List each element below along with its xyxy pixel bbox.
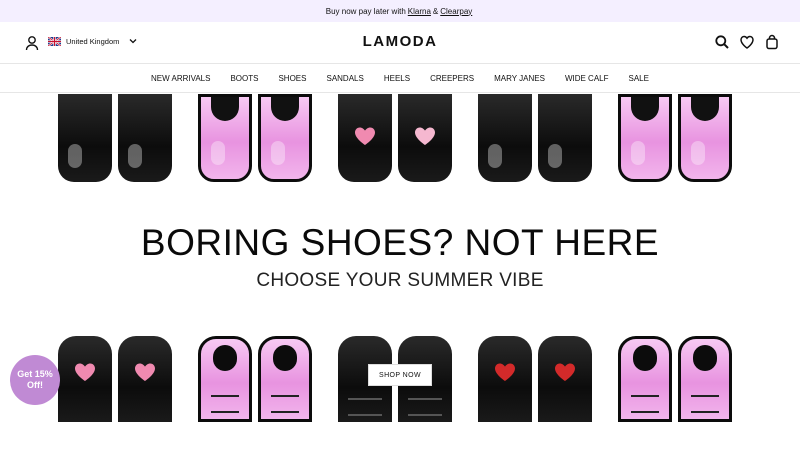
shop-now-button[interactable]: SHOP NOW: [368, 364, 432, 386]
heart-charm-icon: [75, 363, 95, 381]
nav-item-heels[interactable]: HEELS: [384, 74, 410, 83]
main-nav: NEW ARRIVALS BOOTS SHOES SANDALS HEELS C…: [0, 65, 800, 93]
clearpay-link[interactable]: Clearpay: [440, 7, 472, 16]
country-selector[interactable]: United Kingdom: [48, 36, 138, 46]
nav-item-new-arrivals[interactable]: NEW ARRIVALS: [151, 74, 210, 83]
klarna-link[interactable]: Klarna: [408, 7, 431, 16]
nav-item-sale[interactable]: SALE: [629, 74, 649, 83]
promo-text: Buy now pay later with: [325, 6, 406, 16]
heart-charm-icon: [135, 363, 155, 381]
shoe-row-top: [50, 94, 740, 182]
shoe-pair-black-red-heart: [470, 336, 600, 422]
header-actions: [714, 34, 780, 50]
hero-banner[interactable]: BORING SHOES? NOT HERE CHOOSE YOUR SUMME…: [0, 94, 800, 450]
shoe-image: [198, 94, 252, 182]
promo-ampersand: &: [432, 6, 439, 16]
promo-bar: Buy now pay later with Klarna & Clearpay: [0, 0, 800, 22]
heart-charm-icon: [355, 127, 375, 145]
shoe-pair-black-loafer-2: [470, 94, 600, 182]
bag-icon[interactable]: [764, 34, 780, 50]
shoe-pair-black-heart-creeper: [330, 94, 460, 182]
hero-headline: BORING SHOES? NOT HERE: [140, 222, 660, 263]
shoe-image: [338, 94, 392, 182]
shoe-pair-pink-laceup: [190, 336, 320, 422]
heart-charm-icon: [495, 363, 515, 381]
shoe-image: [118, 336, 172, 422]
shoe-image: [478, 94, 532, 182]
search-icon[interactable]: [714, 34, 730, 50]
shoe-image: [258, 94, 312, 182]
shoe-image: [618, 94, 672, 182]
site-header: United Kingdom LAMODA: [0, 22, 800, 64]
shoe-pair-black-pink-heart: [50, 336, 180, 422]
nav-item-shoes[interactable]: SHOES: [278, 74, 306, 83]
uk-flag-icon: [48, 36, 61, 46]
nav-item-mary-janes[interactable]: MARY JANES: [494, 74, 545, 83]
shoe-pair-pink-laceup-2: [610, 336, 740, 422]
discount-badge-line1: Get 15%: [17, 369, 53, 379]
heart-charm-icon: [555, 363, 575, 381]
nav-item-wide-calf[interactable]: WIDE CALF: [565, 74, 609, 83]
shoe-image: [538, 94, 592, 182]
shoe-image: [678, 94, 732, 182]
shoe-pair-black-loafer: [50, 94, 180, 182]
shoe-image: [258, 336, 312, 422]
shoe-image: [58, 94, 112, 182]
heart-icon[interactable]: [739, 34, 755, 50]
shoe-image: [118, 94, 172, 182]
shoe-image: [198, 336, 252, 422]
shoe-pair-pink-loafer: [190, 94, 320, 182]
chevron-down-icon: [129, 39, 137, 44]
shoe-image: [398, 94, 452, 182]
nav-item-sandals[interactable]: SANDALS: [326, 74, 363, 83]
shoe-image: [58, 336, 112, 422]
account-icon[interactable]: [24, 35, 40, 51]
country-label: United Kingdom: [66, 36, 120, 46]
shoe-image: [538, 336, 592, 422]
shoe-pair-pink-loafer-2: [610, 94, 740, 182]
discount-badge-line2: Off!: [27, 380, 43, 390]
heart-charm-icon: [415, 127, 435, 145]
discount-badge[interactable]: Get 15% Off!: [10, 355, 60, 405]
discount-badge-text: Get 15% Off!: [17, 369, 53, 391]
shoe-image: [478, 336, 532, 422]
nav-item-boots[interactable]: BOOTS: [230, 74, 258, 83]
nav-item-creepers[interactable]: CREEPERS: [430, 74, 474, 83]
site-logo[interactable]: LAMODA: [363, 33, 438, 50]
shoe-image: [678, 336, 732, 422]
shoe-image: [618, 336, 672, 422]
hero-subheading: CHOOSE YOUR SUMMER VIBE: [256, 270, 544, 291]
